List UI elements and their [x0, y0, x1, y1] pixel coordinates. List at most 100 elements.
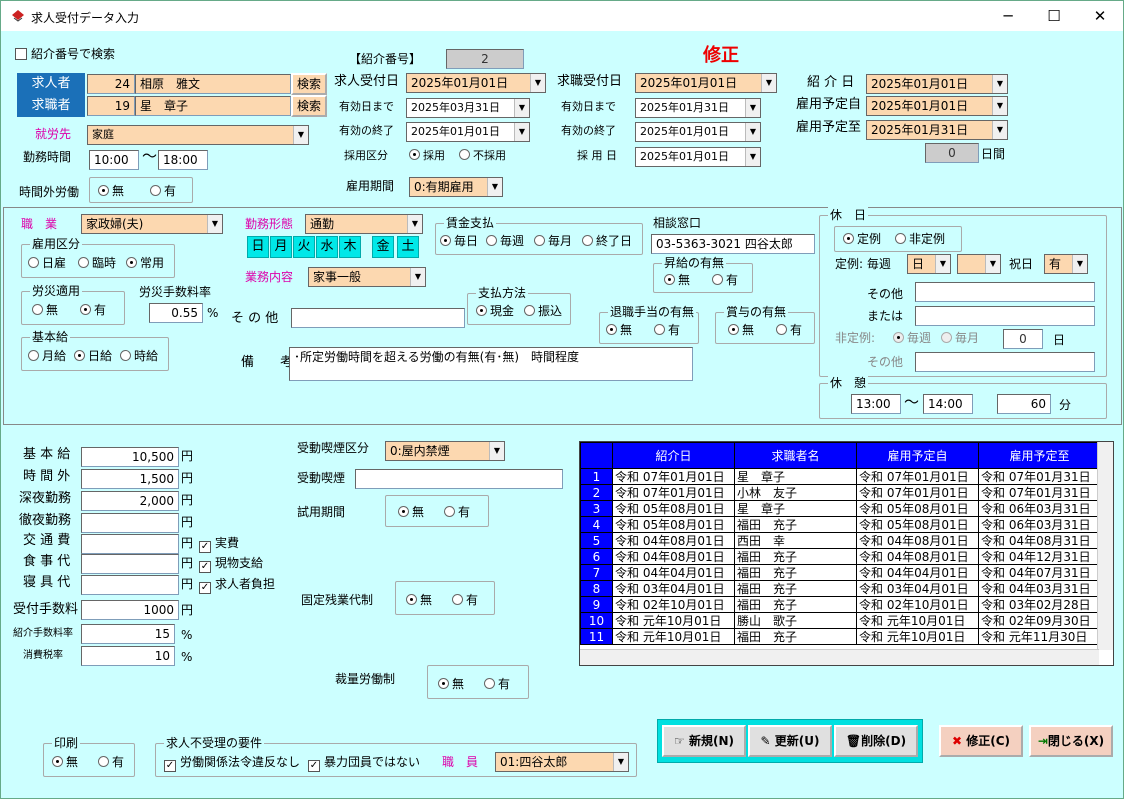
table-cell[interactable]: 令和 04年08月01日: [612, 548, 735, 565]
holiday-irregular-radio[interactable]: 非定例: [895, 230, 945, 248]
hire-date-select[interactable]: 2025年01月01日 ▼: [635, 147, 761, 167]
rest-minutes-field[interactable]: 60: [997, 394, 1051, 414]
table-cell[interactable]: 令和 02年09月30日: [978, 612, 1101, 629]
delete-button[interactable]: 🗑削除(D): [834, 725, 918, 757]
accident-yes-radio[interactable]: 有: [80, 301, 106, 319]
seeker-valid-end-select[interactable]: 2025年01月01日 ▼: [635, 122, 761, 142]
table-cell[interactable]: 令和 04年12月31日: [978, 548, 1101, 565]
table-row[interactable]: 6 令和 04年08月01日 福田 充子 令和 04年08月01日 令和 04年12月3…: [580, 548, 1101, 565]
table-row[interactable]: 10 令和 元年10月01日 勝山 歌子 令和 元年10月01日 令和 02年09月30…: [580, 612, 1101, 629]
table-cell[interactable]: 令和 07年01月01日: [612, 468, 735, 485]
table-cell[interactable]: 令和 04年07月31日: [978, 564, 1101, 581]
weekday-sat-button[interactable]: 土: [397, 236, 419, 258]
wage-weekly-radio[interactable]: 毎週: [486, 232, 524, 250]
seeker-id-field[interactable]: 19: [87, 96, 135, 116]
emp-from-select[interactable]: 2025年01月01日 ▼: [866, 96, 1008, 116]
seeker-search-button[interactable]: 検索: [291, 95, 327, 117]
passive-smoke-field[interactable]: [355, 469, 563, 489]
food-field[interactable]: [81, 554, 179, 574]
table-cell[interactable]: 福田 充子: [734, 548, 857, 565]
column-header[interactable]: 雇用予定至: [978, 442, 1101, 469]
table-cell[interactable]: 令和 06年03月31日: [978, 500, 1101, 517]
holiday-other-field[interactable]: [915, 282, 1095, 302]
close-window-button[interactable]: ✕: [1077, 1, 1123, 31]
row-number[interactable]: 5: [580, 532, 613, 549]
table-cell[interactable]: 令和 07年01月31日: [978, 468, 1101, 485]
table-cell[interactable]: 星 章子: [734, 500, 857, 517]
table-row[interactable]: 9 令和 02年10月01日 福田 充子 令和 02年10月01日 令和 03年02月2…: [580, 596, 1101, 613]
irregular-count-field[interactable]: 0: [1003, 329, 1043, 349]
employer-pays-checkbox[interactable]: ✓ 求人者負担: [199, 575, 275, 594]
table-cell[interactable]: 福田 充子: [734, 516, 857, 533]
table-cell[interactable]: 令和 04年04月01日: [612, 564, 735, 581]
table-cell[interactable]: 令和 04年08月01日: [612, 532, 735, 549]
table-cell[interactable]: 令和 05年08月01日: [612, 500, 735, 517]
reception-fee-field[interactable]: 1000: [81, 600, 179, 620]
accident-no-radio[interactable]: 無: [32, 301, 58, 319]
table-cell[interactable]: 令和 元年10月01日: [856, 612, 979, 629]
row-number[interactable]: 8: [580, 580, 613, 597]
period-select[interactable]: 0:有期雇用 ▼: [409, 177, 503, 197]
overtime-yes-radio[interactable]: 有: [150, 182, 176, 200]
table-cell[interactable]: 令和 04年03月31日: [978, 580, 1101, 597]
vertical-scrollbar[interactable]: [1097, 442, 1113, 650]
raise-no-radio[interactable]: 無: [664, 271, 690, 289]
consult-field[interactable]: 03-5363-3021 四谷太郎: [651, 234, 815, 254]
trial-yes-radio[interactable]: 有: [444, 503, 470, 521]
table-cell[interactable]: 令和 05年08月01日: [612, 516, 735, 533]
transport-field[interactable]: [81, 534, 179, 554]
table-cell[interactable]: 令和 07年01月01日: [856, 484, 979, 501]
edit-button[interactable]: ✖ 修正(C): [939, 725, 1023, 757]
tax-rate-field[interactable]: 10: [81, 646, 175, 666]
close-button[interactable]: ⇥閉じる(X): [1029, 725, 1113, 757]
row-number[interactable]: 10: [580, 612, 613, 629]
fixed-ot-yes-radio[interactable]: 有: [452, 591, 478, 609]
discretion-yes-radio[interactable]: 有: [484, 675, 510, 693]
row-number[interactable]: 6: [580, 548, 613, 565]
wage-end-radio[interactable]: 終了日: [582, 232, 632, 250]
history-table[interactable]: 紹介日 求職者名 雇用予定自 雇用予定至 1 令和 07年01月01日星 章子 令和…: [579, 441, 1114, 666]
in-kind-checkbox[interactable]: ✓ 現物支給: [199, 554, 263, 573]
hired-radio[interactable]: 採用: [409, 147, 445, 165]
weekday-sun-button[interactable]: 日: [247, 236, 269, 258]
passive-smoke-select[interactable]: 0:屋内禁煙 ▼: [385, 441, 505, 461]
table-row[interactable]: 4 令和 05年08月01日 福田 充子 令和 05年08月01日 令和 06年03月3…: [580, 516, 1101, 533]
raise-yes-radio[interactable]: 有: [712, 271, 738, 289]
wage-monthly-radio[interactable]: 毎月: [534, 232, 572, 250]
rest-from-field[interactable]: 13:00: [851, 394, 901, 414]
minimize-button[interactable]: ─: [985, 1, 1031, 31]
trial-no-radio[interactable]: 無: [398, 503, 424, 521]
transfer-radio[interactable]: 振込: [524, 302, 562, 320]
daily-radio[interactable]: 日雇: [28, 254, 66, 272]
retire-no-radio[interactable]: 無: [606, 321, 632, 339]
employer-name-field[interactable]: 相原 雅文: [135, 74, 291, 94]
table-cell[interactable]: 令和 05年08月01日: [856, 500, 979, 517]
table-cell[interactable]: 令和 05年08月01日: [856, 516, 979, 533]
weekday-thu-button[interactable]: 木: [339, 236, 361, 258]
valid-until-select[interactable]: 2025年03月31日 ▼: [406, 98, 530, 118]
monthly-radio[interactable]: 月給: [28, 347, 66, 365]
employer-search-button[interactable]: 検索: [291, 73, 327, 95]
discretion-no-radio[interactable]: 無: [438, 675, 464, 693]
irregular-weekly-radio[interactable]: 毎週: [893, 329, 931, 347]
table-row[interactable]: 2 令和 07年01月01日 小林 友子 令和 07年01月01日 令和 07年01月3…: [580, 484, 1101, 501]
table-cell[interactable]: 福田 充子: [734, 564, 857, 581]
table-cell[interactable]: 令和 03年04月01日: [856, 580, 979, 597]
retire-yes-radio[interactable]: 有: [654, 321, 680, 339]
table-row[interactable]: 5 令和 04年08月01日 西田 幸令和 04年08月01日 令和 04年08月31…: [580, 532, 1101, 549]
day-radio[interactable]: 日給: [74, 347, 112, 365]
wage-daily-radio[interactable]: 毎日: [440, 232, 478, 250]
overtime-no-radio[interactable]: 無: [98, 182, 124, 200]
not-hired-radio[interactable]: 不採用: [459, 147, 506, 165]
seeker-reception-select[interactable]: 2025年01月01日 ▼: [635, 73, 777, 93]
print-yes-radio[interactable]: 有: [98, 753, 124, 771]
new-button[interactable]: ☞ 新規(N): [662, 725, 746, 757]
table-cell[interactable]: 勝山 歌子: [734, 612, 857, 629]
search-by-number-checkbox[interactable]: 紹介番号で検索: [15, 45, 115, 63]
weekday-tue-button[interactable]: 火: [293, 236, 315, 258]
table-row[interactable]: 3 令和 05年08月01日星 章子 令和 05年08月01日 令和 06年03月31…: [580, 500, 1101, 517]
maximize-button[interactable]: ☐: [1031, 1, 1077, 31]
remarks-field[interactable]: ･所定労働時間を超える労働の有無(有･無) 時間程度: [289, 347, 693, 381]
table-cell[interactable]: 令和 元年10月01日: [612, 612, 735, 629]
table-cell[interactable]: 令和 04年08月01日: [856, 548, 979, 565]
